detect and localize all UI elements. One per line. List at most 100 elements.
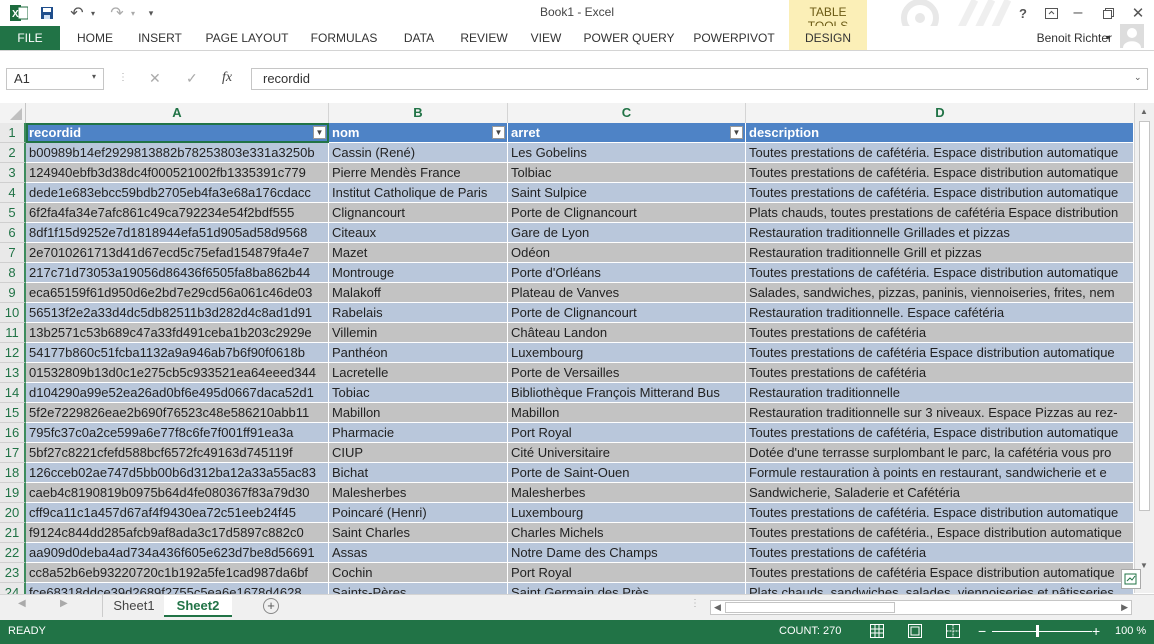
table-cell[interactable]: fce68318ddce39d2689f2755c5ea6e1678d4628 [26,583,329,594]
table-cell[interactable]: b00989b14ef2929813882b78253803e331a3250b [26,143,329,163]
table-cell[interactable]: Château Landon [508,323,746,343]
row-header[interactable]: 22 [0,543,26,563]
ribbon-display-icon[interactable] [1041,3,1061,23]
tab-data[interactable]: DATA [394,26,444,50]
tab-file[interactable]: FILE [0,26,60,50]
table-cell[interactable]: Toutes prestations de cafétéria., Espace… [746,523,1134,543]
table-cell[interactable]: cc8a52b6eb93220720c1b192a5fe1cad987da6bf [26,563,329,583]
table-cell[interactable]: Saint Germain des Près [508,583,746,594]
row-header[interactable]: 16 [0,423,26,443]
table-cell[interactable]: Villemin [329,323,508,343]
table-cell[interactable]: Dotée d'une terrasse surplombant le parc… [746,443,1134,463]
row-header[interactable]: 23 [0,563,26,583]
table-cell[interactable]: Porte de Clignancourt [508,203,746,223]
table-cell[interactable]: dede1e683ebcc59bdb2705eb4fa3e68a176cdacc [26,183,329,203]
table-cell[interactable]: Malesherbes [508,483,746,503]
tab-home[interactable]: HOME [66,26,124,50]
table-cell[interactable]: 2e7010261713d41d67ecd5c75efad154879fa4e7 [26,243,329,263]
table-cell[interactable]: Saints-Pères [329,583,508,594]
table-cell[interactable]: Cassin (René) [329,143,508,163]
tab-view[interactable]: VIEW [524,26,568,50]
table-cell[interactable]: Restauration traditionnelle [746,383,1134,403]
row-header[interactable]: 13 [0,363,26,383]
table-cell[interactable]: Salades, sandwiches, pizzas, paninis, vi… [746,283,1134,303]
table-cell[interactable]: Plats chauds, sandwiches, salades, vienn… [746,583,1134,594]
table-cell[interactable]: cff9ca11c1a457d67af4f9430ea72c51eeb24f45 [26,503,329,523]
row-header[interactable]: 11 [0,323,26,343]
table-cell[interactable]: Sandwicherie, Saladerie et Cafétéria [746,483,1134,503]
scroll-down-icon[interactable]: ▼ [1140,561,1148,570]
table-cell[interactable]: Pierre Mendès France [329,163,508,183]
table-cell[interactable]: Assas [329,543,508,563]
table-cell[interactable]: Odéon [508,243,746,263]
vertical-scroll-thumb[interactable] [1139,121,1150,511]
table-cell[interactable]: 217c71d73053a19056d86436f6505fa8ba862b44 [26,263,329,283]
table-cell[interactable]: Lacretelle [329,363,508,383]
table-cell[interactable]: 5bf27c8221cfefd588bcf6572fc49163d745119f [26,443,329,463]
row-header[interactable]: 9 [0,283,26,303]
table-cell[interactable]: Plats chauds, toutes prestations de café… [746,203,1134,223]
horizontal-scrollbar[interactable]: ◀ ▶ [710,600,1132,615]
table-cell[interactable]: Toutes prestations de cafétéria Espace d… [746,343,1134,363]
table-cell[interactable]: 6f2fa4fa34e7afc861c49ca792234e54f2bdf555 [26,203,329,223]
table-cell[interactable]: Plateau de Vanves [508,283,746,303]
tab-powerpivot[interactable]: POWERPIVOT [688,26,780,50]
row-header[interactable]: 20 [0,503,26,523]
filter-dropdown-icon[interactable]: ▼ [492,126,505,139]
table-cell[interactable]: Restauration traditionnelle Grill et piz… [746,243,1134,263]
tab-design[interactable]: DESIGN [789,26,867,50]
header-cell-nom[interactable]: nom ▼ [329,123,508,143]
help-icon[interactable]: ? [1014,3,1032,23]
table-cell[interactable]: Tolbiac [508,163,746,183]
table-cell[interactable]: Toutes prestations de cafétéria. Espace … [746,183,1134,203]
name-box-dropdown-icon[interactable]: ▾ [92,72,96,81]
table-cell[interactable]: eca65159f61d950d6e2bd7e29cd56a061c46de03 [26,283,329,303]
table-cell[interactable]: Porte de Clignancourt [508,303,746,323]
table-cell[interactable]: Poincaré (Henri) [329,503,508,523]
table-cell[interactable]: Bichat [329,463,508,483]
tab-review[interactable]: REVIEW [454,26,514,50]
table-cell[interactable]: Toutes prestations de cafétéria [746,323,1134,343]
table-cell[interactable]: Mabillon [329,403,508,423]
table-cell[interactable]: Porte de Saint-Ouen [508,463,746,483]
table-cell[interactable]: Gare de Lyon [508,223,746,243]
table-cell[interactable]: caeb4c8190819b0975b64d4fe080367f83a79d30 [26,483,329,503]
filter-dropdown-icon[interactable]: ▼ [730,126,743,139]
avatar[interactable] [1120,24,1144,48]
table-cell[interactable]: Porte de Versailles [508,363,746,383]
table-cell[interactable]: Montrouge [329,263,508,283]
table-cell[interactable]: Toutes prestations de cafétéria. Espace … [746,143,1134,163]
row-header[interactable]: 1 [0,123,26,143]
row-header[interactable]: 21 [0,523,26,543]
minimize-icon[interactable]: – [1068,3,1088,23]
scroll-up-icon[interactable]: ▲ [1140,107,1148,116]
table-cell[interactable]: Toutes prestations de cafétéria. Espace … [746,163,1134,183]
filter-dropdown-icon[interactable]: ▼ [313,126,326,139]
table-cell[interactable]: Tobiac [329,383,508,403]
user-name[interactable]: Benoit Richter [1020,26,1112,50]
table-cell[interactable]: Restauration traditionnelle. Espace café… [746,303,1134,323]
table-cell[interactable]: Cochin [329,563,508,583]
table-cell[interactable]: Rabelais [329,303,508,323]
table-cell[interactable]: Bibliothèque François Mitterand Bus [508,383,746,403]
table-cell[interactable]: Toutes prestations de cafétéria. Espace … [746,263,1134,283]
row-header[interactable]: 12 [0,343,26,363]
formula-input[interactable]: recordid [251,68,1148,90]
row-header[interactable]: 17 [0,443,26,463]
close-icon[interactable]: ✕ [1128,3,1148,23]
sheet-tab-sheet2[interactable]: Sheet2 [164,595,232,617]
sheet-scroll-right-icon[interactable]: ▶ [60,598,68,609]
table-cell[interactable]: 13b2571c53b689c47a33fd491ceba1b203c2929e [26,323,329,343]
table-cell[interactable]: Les Gobelins [508,143,746,163]
column-header-a[interactable]: A [26,103,329,123]
table-cell[interactable]: Mabillon [508,403,746,423]
page-break-view-icon[interactable] [946,624,960,641]
table-cell[interactable]: f9124c844dd285afcb9af8ada3c17d5897c882c0 [26,523,329,543]
sheet-scroll-left-icon[interactable]: ◀ [18,598,26,609]
zoom-slider-thumb[interactable] [1036,625,1039,637]
table-cell[interactable]: Toutes prestations de cafétéria, Espace … [746,423,1134,443]
column-header-b[interactable]: B [329,103,508,123]
table-cell[interactable]: 54177b860c51fcba1132a9a946ab7b6f90f0618b [26,343,329,363]
normal-view-icon[interactable] [870,624,884,641]
table-cell[interactable]: Port Royal [508,423,746,443]
